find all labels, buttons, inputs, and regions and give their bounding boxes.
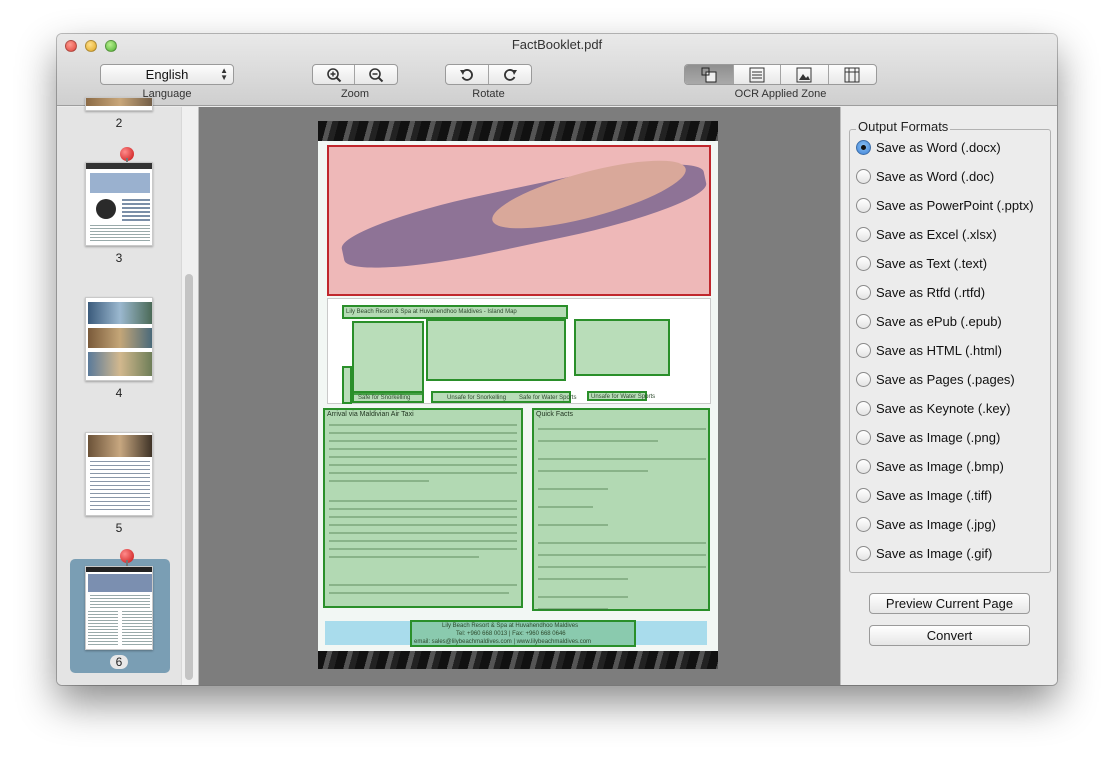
zoom-in-button[interactable] [313, 65, 356, 84]
radio-icon[interactable] [856, 197, 871, 213]
ocr-zone-map-title[interactable]: Lily Beach Resort & Spa at Huvahendhoo M… [342, 305, 568, 319]
format-option-jpg[interactable]: Save as Image (.jpg) [856, 514, 996, 534]
zone-table-icon [844, 67, 860, 82]
page-number-6: 6 [110, 655, 128, 669]
ocr-zone-label: OCR Applied Zone [734, 88, 827, 100]
radio-icon[interactable] [856, 400, 871, 416]
select-arrows-icon: ▲ ▼ [220, 66, 228, 82]
zoom-label: Zoom [340, 88, 370, 100]
page-number-4: 4 [115, 386, 123, 400]
zone-select-button[interactable] [685, 65, 734, 84]
rotate-group [445, 64, 532, 85]
ocr-zone-snorkel-safe[interactable]: Safe for Snorkelling [352, 391, 424, 403]
format-option-png[interactable]: Save as Image (.png) [856, 427, 1000, 447]
radio-icon[interactable] [856, 226, 871, 242]
output-formats-title: Output Formats [856, 119, 951, 134]
window-title: FactBooklet.pdf [511, 37, 603, 52]
format-option-doc[interactable]: Save as Word (.doc) [856, 166, 994, 186]
zone-image-icon [796, 67, 812, 82]
ocr-zone-legend-1[interactable] [352, 321, 424, 395]
radio-icon[interactable] [856, 342, 871, 358]
radio-icon[interactable] [856, 255, 871, 271]
output-panel: Output Formats Save as Word (.docx) Save… [840, 107, 1057, 685]
ocr-zone-legend-3[interactable] [574, 319, 670, 376]
zoom-out-icon [369, 67, 384, 82]
ocr-zone-legend-4[interactable] [342, 366, 352, 404]
rotate-left-icon [459, 68, 473, 81]
zone-table-button[interactable] [829, 65, 877, 84]
sidebar-scroll-thumb[interactable] [185, 274, 193, 680]
format-option-tiff[interactable]: Save as Image (.tiff) [856, 485, 992, 505]
zone-text-button[interactable] [734, 65, 781, 84]
zone-select-icon [701, 67, 717, 82]
page-thumbnail-4[interactable] [85, 297, 153, 381]
format-option-pages[interactable]: Save as Pages (.pages) [856, 369, 1015, 389]
island-map-zone[interactable] [327, 145, 711, 296]
zone-image-button[interactable] [781, 65, 829, 84]
rotate-label: Rotate [472, 88, 505, 100]
zoom-in-icon [326, 67, 341, 82]
format-option-xlsx[interactable]: Save as Excel (.xlsx) [856, 224, 997, 244]
radio-icon[interactable] [856, 487, 871, 503]
ocr-zone-quick-facts[interactable]: Quick Facts [532, 408, 710, 611]
document-viewer: Lily Beach Resort & Spa at Huvahendhoo M… [199, 107, 840, 685]
radio-icon[interactable] [856, 458, 871, 474]
page-thumbnail-2[interactable] [85, 97, 153, 111]
format-option-bmp[interactable]: Save as Image (.bmp) [856, 456, 1004, 476]
ocr-zone-footer[interactable]: Lily Beach Resort & Spa at Huvahendhoo M… [410, 620, 636, 647]
rotate-left-button[interactable] [446, 65, 489, 84]
page-number-5: 5 [115, 521, 123, 535]
radio-icon[interactable] [856, 429, 871, 445]
format-option-docx[interactable]: Save as Word (.docx) [856, 137, 1001, 157]
page-thumbnail-3[interactable] [85, 162, 153, 246]
format-option-epub[interactable]: Save as ePub (.epub) [856, 311, 1002, 331]
radio-icon[interactable] [856, 168, 871, 184]
page-thumbnail-6[interactable] [85, 566, 153, 650]
rotate-right-icon [503, 68, 517, 81]
format-option-pptx[interactable]: Save as PowerPoint (.pptx) [856, 195, 1034, 215]
radio-icon[interactable] [856, 516, 871, 532]
format-option-html[interactable]: Save as HTML (.html) [856, 340, 1002, 360]
pin-icon [120, 147, 134, 165]
zoom-out-button[interactable] [355, 65, 397, 84]
ocr-zone-water-sports[interactable]: Unsafe for Water Sports [587, 391, 655, 401]
ocr-zone-legend-2[interactable] [426, 319, 566, 381]
page-thumbnail-5[interactable] [85, 432, 153, 516]
ocr-zone-group [684, 64, 877, 85]
ocr-zone-arrival-text[interactable]: Arrival via Maldivian Air Taxi [323, 408, 523, 608]
radio-icon[interactable] [856, 284, 871, 300]
preview-current-page-button[interactable]: Preview Current Page [869, 593, 1030, 614]
format-option-gif[interactable]: Save as Image (.gif) [856, 543, 992, 563]
page-number-3: 3 [115, 251, 123, 265]
ocr-zone-snorkel-unsafe[interactable]: Unsafe for Snorkelling Safe for Water Sp… [431, 391, 576, 403]
zone-text-icon [749, 67, 765, 82]
app-window: FactBooklet.pdf English ▲ ▼ Language Zoom… [57, 34, 1057, 685]
format-option-rtfd[interactable]: Save as Rtfd (.rtfd) [856, 282, 985, 302]
radio-icon[interactable] [856, 545, 871, 561]
radio-selected-icon[interactable] [856, 139, 871, 155]
radio-icon[interactable] [856, 313, 871, 329]
format-option-text[interactable]: Save as Text (.text) [856, 253, 987, 273]
document-page: Lily Beach Resort & Spa at Huvahendhoo M… [318, 121, 718, 669]
page-footer-band [318, 651, 718, 669]
rotate-right-button[interactable] [489, 65, 532, 84]
toolbar: FactBooklet.pdf English ▲ ▼ Language Zoom… [57, 34, 1057, 106]
page-header-band [318, 121, 718, 141]
radio-icon[interactable] [856, 371, 871, 387]
page-number-2: 2 [115, 116, 123, 130]
language-value: English [145, 67, 189, 82]
pin-icon [120, 549, 134, 567]
format-option-key[interactable]: Save as Keynote (.key) [856, 398, 1010, 418]
language-select[interactable]: English ▲ ▼ [100, 64, 234, 85]
zoom-group [312, 64, 398, 85]
convert-button[interactable]: Convert [869, 625, 1030, 646]
